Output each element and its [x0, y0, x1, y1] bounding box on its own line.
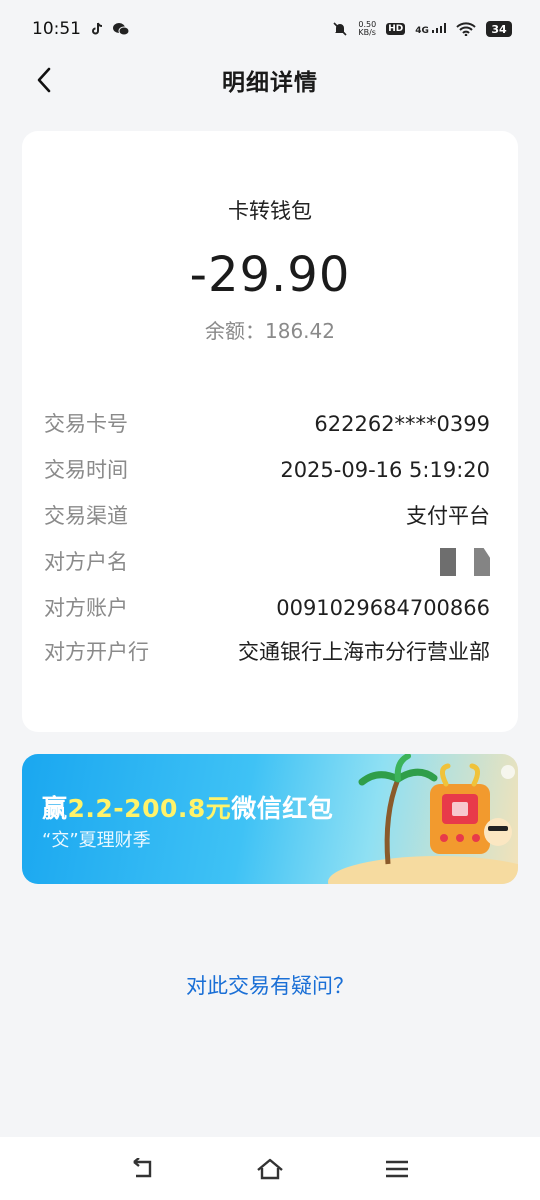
detail-label: 对方账户	[44, 596, 128, 620]
back-button[interactable]	[28, 64, 60, 96]
transaction-detail-card: 卡转钱包 -29.90 余额：186.42 交易卡号 622262****039…	[22, 131, 518, 732]
status-right: 0.50 KB/s HD 4G 34	[332, 21, 512, 37]
balance-label: 余额：	[205, 319, 265, 343]
status-bar: 10:51 0.50 KB/s HD 4G 34	[0, 0, 540, 58]
home-icon	[257, 1158, 283, 1179]
redaction-block	[474, 548, 490, 576]
banner-prefix: 赢	[42, 794, 68, 823]
chevron-left-icon	[37, 67, 51, 93]
detail-value: 0091029684700866	[276, 596, 490, 620]
redaction-block	[440, 548, 456, 576]
menu-icon	[385, 1160, 408, 1177]
balance-line: 余额：186.42	[22, 315, 518, 344]
banner-subtitle: “交”夏理财季	[42, 830, 151, 851]
detail-label: 对方户名	[44, 550, 128, 574]
system-nav-bar	[0, 1137, 540, 1200]
top-nav: 明细详情	[0, 58, 540, 102]
detail-value: 622262****0399	[314, 412, 490, 436]
banner-amount: 2.2-200.8元	[67, 794, 232, 823]
signal-bars-icon	[432, 22, 446, 33]
detail-row-card-number: 交易卡号 622262****0399	[44, 409, 490, 439]
detail-value: 2025-09-16 5:19:20	[280, 458, 490, 482]
redacted-name	[440, 547, 490, 577]
status-left: 10:51	[32, 19, 129, 39]
battery-indicator: 34	[486, 21, 512, 37]
system-back-button[interactable]	[123, 1149, 163, 1189]
network-speed: 0.50 KB/s	[358, 21, 376, 37]
banner-title: 赢2.2-200.8元微信红包	[42, 789, 333, 825]
promo-banner[interactable]: 赢2.2-200.8元微信红包 “交”夏理财季	[22, 754, 518, 884]
network-type: 4G	[415, 25, 429, 36]
wifi-icon	[456, 22, 476, 36]
mute-bell-icon	[332, 21, 348, 37]
wechat-notification-icon	[113, 22, 129, 36]
detail-label: 交易卡号	[44, 412, 128, 436]
detail-value: 交通银行上海市分行营业部	[238, 640, 490, 664]
detail-row-counterparty-account: 对方账户 0091029684700866	[44, 593, 490, 623]
detail-label: 交易渠道	[44, 504, 128, 528]
detail-row-channel: 交易渠道 支付平台	[44, 501, 490, 531]
hd-badge: HD	[386, 23, 406, 35]
return-icon	[133, 1157, 152, 1177]
transaction-question-link[interactable]: 对此交易有疑问？	[0, 970, 540, 1000]
speed-unit: KB/s	[358, 28, 376, 37]
detail-label: 交易时间	[44, 458, 128, 482]
system-menu-button[interactable]	[377, 1149, 417, 1189]
signal-4g: 4G	[415, 22, 446, 36]
page-title: 明细详情	[222, 70, 318, 96]
status-time: 10:51	[32, 19, 81, 39]
transaction-type: 卡转钱包	[228, 199, 312, 223]
balance-value: 186.42	[265, 319, 335, 343]
detail-row-time: 交易时间 2025-09-16 5:19:20	[44, 455, 490, 485]
detail-row-counterparty-name: 对方户名	[44, 547, 490, 577]
system-home-button[interactable]	[250, 1149, 290, 1189]
transaction-amount: -29.90	[189, 247, 351, 303]
detail-value: 支付平台	[406, 504, 490, 528]
detail-row-counterparty-bank: 对方开户行 交通银行上海市分行营业部	[44, 637, 490, 667]
beach-illustration	[328, 754, 518, 884]
detail-label: 对方开户行	[44, 640, 149, 664]
tiktok-notification-icon	[91, 22, 103, 36]
